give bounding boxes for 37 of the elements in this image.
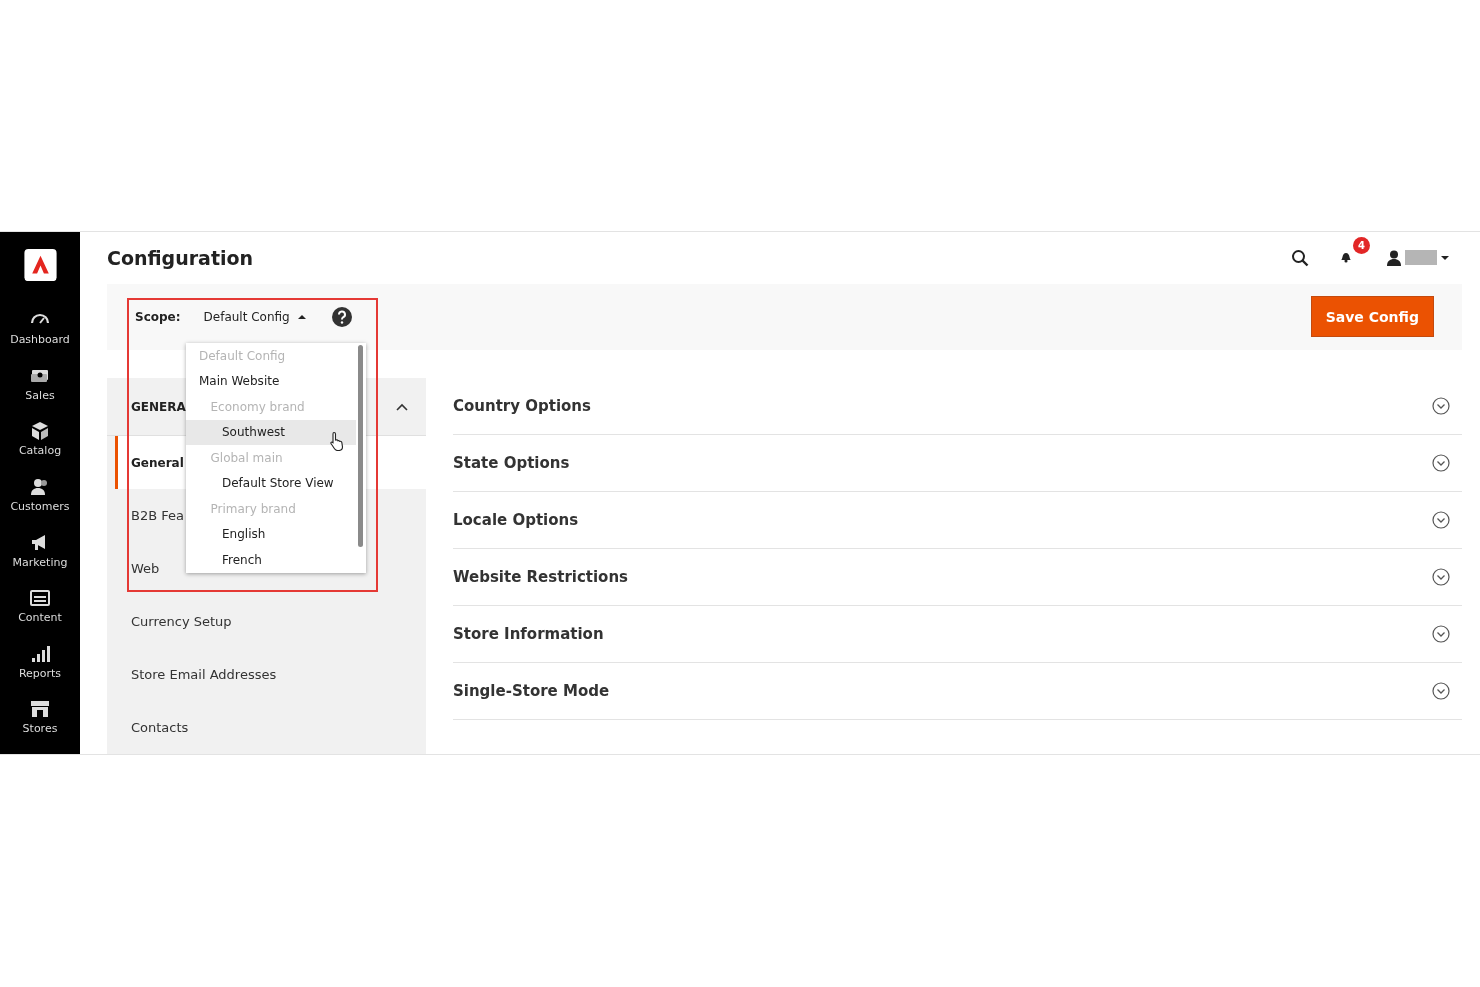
sidebar-label[interactable]: Customers bbox=[10, 499, 70, 513]
sidebar-label[interactable]: Stores bbox=[22, 722, 58, 736]
chevron-circle-icon[interactable] bbox=[1432, 454, 1450, 472]
page-title: Configuration bbox=[107, 246, 255, 269]
sidebar-label[interactable]: Marketing bbox=[12, 555, 68, 569]
scope-dropdown[interactable]: Default Config bbox=[203, 309, 306, 324]
nav-item[interactable]: Contacts bbox=[107, 701, 426, 754]
chevron-circle-icon[interactable] bbox=[1432, 682, 1450, 700]
notification-badge: 4 bbox=[1353, 236, 1370, 254]
section-title[interactable]: Website Restrictions bbox=[453, 568, 1432, 586]
section-title[interactable]: Store Information bbox=[453, 625, 1432, 643]
scope-label: Scope: bbox=[135, 309, 181, 324]
sidebar-label[interactable]: Content bbox=[18, 611, 62, 625]
chevron-circle-icon[interactable] bbox=[1432, 397, 1450, 415]
sidebar-label[interactable]: Catalog bbox=[18, 444, 62, 458]
section-title[interactable]: State Options bbox=[453, 454, 1432, 472]
section-title[interactable]: Single-Store Mode bbox=[453, 682, 1432, 700]
save-config-button[interactable]: Save Config bbox=[1310, 296, 1434, 338]
caret-icon[interactable] bbox=[1441, 254, 1449, 261]
box-icon[interactable] bbox=[29, 420, 51, 443]
chevron-icon[interactable] bbox=[396, 402, 408, 411]
chevron-circle-icon[interactable] bbox=[1432, 511, 1450, 529]
chevron-circle-icon[interactable] bbox=[1432, 568, 1450, 586]
logo-icon[interactable] bbox=[23, 249, 57, 282]
chevron-circle-icon[interactable] bbox=[1432, 625, 1450, 643]
scope-option[interactable]: Main Website bbox=[186, 368, 356, 394]
scrollbar[interactable] bbox=[358, 345, 363, 547]
section-title[interactable]: Locale Options bbox=[453, 511, 1432, 529]
help-icon[interactable] bbox=[331, 306, 352, 327]
search-icon[interactable] bbox=[1291, 248, 1309, 267]
nav-item[interactable]: Currency Setup bbox=[107, 595, 426, 648]
sidebar-label[interactable]: Reports bbox=[18, 666, 62, 680]
user-icon[interactable] bbox=[1385, 248, 1403, 267]
sidebar-label[interactable]: Dashboard bbox=[10, 333, 70, 347]
nav-item[interactable]: Store Email Addresses bbox=[107, 648, 426, 701]
section-title[interactable]: Country Options bbox=[453, 397, 1432, 415]
sidebar-label[interactable]: Sales bbox=[25, 388, 55, 402]
